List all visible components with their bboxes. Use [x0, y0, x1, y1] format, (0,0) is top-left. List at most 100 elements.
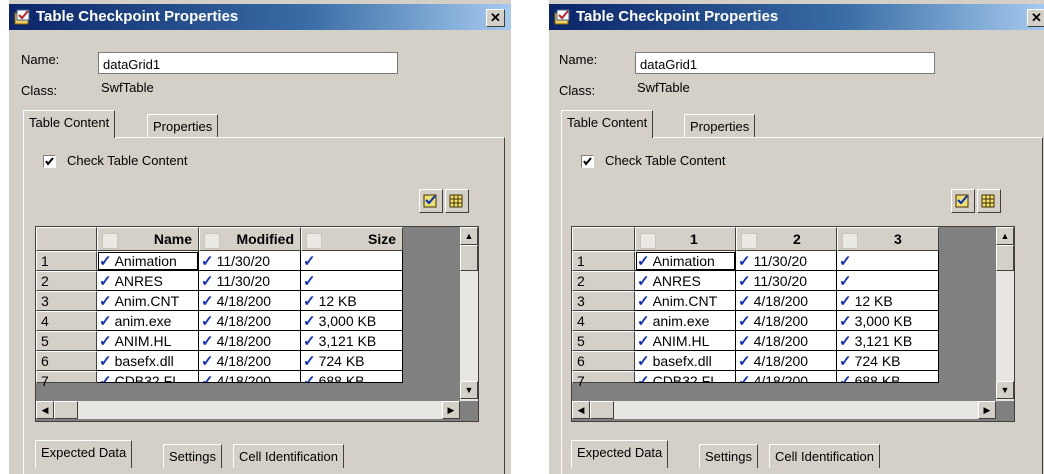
- horizontal-scrollbar[interactable]: ◀ ▶: [572, 401, 996, 419]
- column-header-1[interactable]: 1: [635, 227, 736, 251]
- table-cell[interactable]: ✓ 724 KB: [301, 351, 403, 371]
- scroll-right-button[interactable]: ▶: [442, 401, 460, 419]
- table-cell[interactable]: ✓ Anim.CNT: [97, 291, 199, 311]
- table-cell[interactable]: ✓ ANRES: [97, 271, 199, 291]
- row-header[interactable]: 6: [572, 351, 635, 371]
- row-header[interactable]: 1: [572, 251, 635, 271]
- tab-cell-identification[interactable]: Cell Identification: [233, 444, 344, 468]
- table-cell[interactable]: ✓: [837, 271, 939, 291]
- scroll-down-button[interactable]: ▼: [996, 381, 1014, 399]
- tab-cell-identification[interactable]: Cell Identification: [769, 444, 880, 468]
- table-cell[interactable]: ✓ 11/30/20: [199, 271, 301, 291]
- column-header-name[interactable]: Name: [97, 227, 199, 251]
- scroll-thumb[interactable]: [590, 401, 614, 419]
- table-cell[interactable]: ✓ 4/18/200: [199, 331, 301, 351]
- table-cell[interactable]: ✓ anim.exe: [97, 311, 199, 331]
- close-button[interactable]: ✕: [1027, 9, 1044, 27]
- table-cell[interactable]: ✓ Animation: [635, 251, 736, 271]
- column-header-2[interactable]: 2: [736, 227, 837, 251]
- row-header[interactable]: 2: [36, 271, 97, 291]
- tab-expected-data[interactable]: Expected Data: [571, 440, 669, 468]
- data-grid[interactable]: 1 2 3 1 ✓ Animation ✓ 11/30/20 ✓ 2 ✓ ANRES …: [571, 226, 1015, 422]
- table-cell[interactable]: ✓ 688 KB: [301, 371, 403, 383]
- table-cell[interactable]: ✓ 11/30/20: [736, 271, 837, 291]
- tab-expected-data[interactable]: Expected Data: [35, 440, 133, 468]
- tab-table-content[interactable]: Table Content: [23, 110, 116, 138]
- table-cell[interactable]: ✓ 3,121 KB: [301, 331, 403, 351]
- table-cell[interactable]: ✓ 4/18/200: [736, 291, 837, 311]
- name-field[interactable]: dataGrid1: [98, 52, 398, 74]
- row-header[interactable]: 4: [572, 311, 635, 331]
- table-cell[interactable]: ✓ 3,000 KB: [301, 311, 403, 331]
- table-cell[interactable]: ✓ CDB32.FI: [97, 371, 199, 383]
- tab-table-content[interactable]: Table Content: [561, 110, 654, 138]
- column-select-box[interactable]: [842, 233, 858, 249]
- clear-all-button[interactable]: [977, 189, 1001, 213]
- tab-settings[interactable]: Settings: [699, 444, 758, 468]
- vertical-scrollbar[interactable]: ▲ ▼: [460, 227, 478, 401]
- table-cell[interactable]: ✓ 11/30/20: [199, 251, 301, 271]
- tab-properties[interactable]: Properties: [147, 114, 219, 138]
- table-cell[interactable]: ✓ 4/18/200: [736, 311, 837, 331]
- table-cell[interactable]: ✓ 724 KB: [837, 351, 939, 371]
- scroll-thumb[interactable]: [54, 401, 78, 419]
- row-header[interactable]: 1: [36, 251, 97, 271]
- close-button[interactable]: ✕: [486, 9, 505, 27]
- table-cell[interactable]: ✓ 4/18/200: [736, 331, 837, 351]
- row-header[interactable]: 3: [36, 291, 97, 311]
- table-cell[interactable]: ✓ 12 KB: [301, 291, 403, 311]
- row-header[interactable]: 4: [36, 311, 97, 331]
- table-cell[interactable]: ✓ ANRES: [635, 271, 736, 291]
- column-select-box[interactable]: [102, 233, 118, 249]
- select-all-button[interactable]: [419, 189, 443, 213]
- column-select-box[interactable]: [640, 233, 656, 249]
- column-header-modified[interactable]: Modified: [199, 227, 301, 251]
- table-cell[interactable]: ✓ 4/18/200: [199, 351, 301, 371]
- tab-properties[interactable]: Properties: [684, 114, 756, 138]
- column-select-box[interactable]: [741, 233, 757, 249]
- table-cell[interactable]: ✓ anim.exe: [635, 311, 736, 331]
- table-cell[interactable]: ✓: [837, 251, 939, 271]
- name-field[interactable]: dataGrid1: [635, 52, 935, 74]
- scroll-up-button[interactable]: ▲: [996, 227, 1014, 245]
- table-cell[interactable]: ✓ 3,000 KB: [837, 311, 939, 331]
- row-header[interactable]: 2: [572, 271, 635, 291]
- scroll-up-button[interactable]: ▲: [460, 227, 478, 245]
- scroll-thumb[interactable]: [996, 245, 1014, 271]
- scroll-right-button[interactable]: ▶: [978, 401, 996, 419]
- row-header[interactable]: 5: [572, 331, 635, 351]
- table-cell[interactable]: ✓ basefx.dll: [635, 351, 736, 371]
- scroll-left-button[interactable]: ◀: [36, 401, 54, 419]
- table-cell[interactable]: ✓ 12 KB: [837, 291, 939, 311]
- table-cell[interactable]: ✓ basefx.dll: [97, 351, 199, 371]
- table-cell[interactable]: ✓ 4/18/200: [199, 311, 301, 331]
- table-cell[interactable]: ✓ 4/18/200: [736, 351, 837, 371]
- scroll-left-button[interactable]: ◀: [572, 401, 590, 419]
- table-cell[interactable]: ✓ 3,121 KB: [837, 331, 939, 351]
- title-bar[interactable]: Table Checkpoint Properties ✕: [9, 4, 511, 30]
- row-header[interactable]: 5: [36, 331, 97, 351]
- table-cell[interactable]: ✓ Anim.CNT: [635, 291, 736, 311]
- check-table-content-checkbox[interactable]: [581, 155, 594, 168]
- table-cell[interactable]: ✓ 4/18/200: [199, 371, 301, 383]
- table-cell[interactable]: ✓ 688 KB: [837, 371, 939, 383]
- table-cell[interactable]: ✓ 4/18/200: [199, 291, 301, 311]
- title-bar[interactable]: Table Checkpoint Properties ✕: [549, 4, 1044, 30]
- table-cell[interactable]: ✓ ANIM.HL: [635, 331, 736, 351]
- column-select-box[interactable]: [306, 233, 322, 249]
- row-header[interactable]: 7: [572, 371, 635, 389]
- table-cell[interactable]: ✓ ANIM.HL: [97, 331, 199, 351]
- row-header[interactable]: 7: [36, 371, 97, 389]
- check-table-content-checkbox[interactable]: [43, 155, 56, 168]
- table-cell[interactable]: ✓ 11/30/20: [736, 251, 837, 271]
- column-header-size[interactable]: Size: [301, 227, 403, 251]
- scroll-down-button[interactable]: ▼: [460, 381, 478, 399]
- horizontal-scrollbar[interactable]: ◀ ▶: [36, 401, 460, 419]
- tab-settings[interactable]: Settings: [163, 444, 222, 468]
- table-cell[interactable]: ✓ 4/18/200: [736, 371, 837, 383]
- row-header[interactable]: 3: [572, 291, 635, 311]
- table-cell[interactable]: ✓ Animation: [97, 251, 199, 271]
- column-select-box[interactable]: [204, 233, 220, 249]
- data-grid[interactable]: Name Modified Size 1 ✓ Animation ✓ 11/30/2…: [35, 226, 479, 422]
- table-cell[interactable]: ✓: [301, 251, 403, 271]
